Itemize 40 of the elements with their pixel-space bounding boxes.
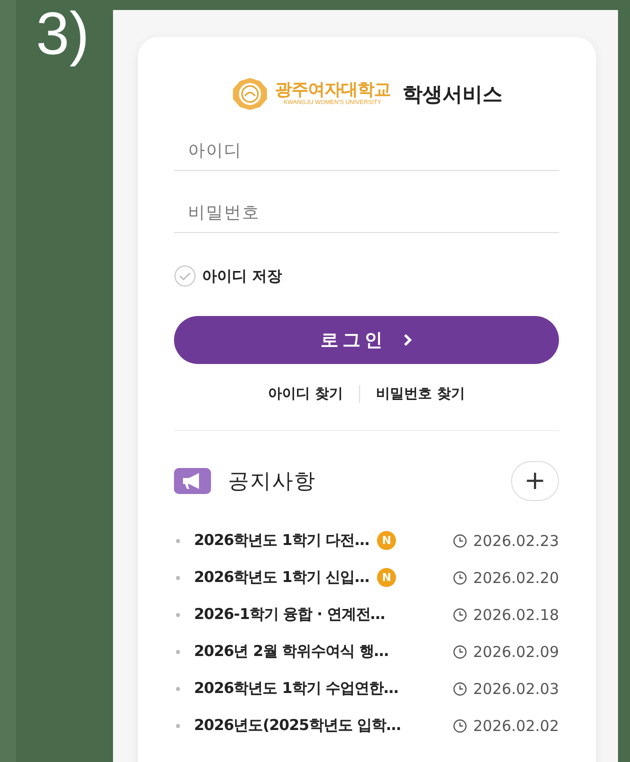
notice-title[interactable]: 2026학년도 1학기 다전… [194,531,370,550]
notice-title[interactable]: 2026학년도 1학기 신입… [194,568,370,587]
clock-icon [453,534,468,548]
id-field[interactable]: 아이디 [174,131,559,171]
notice-title[interactable]: 2026년도(2025학년도 입학… [194,716,401,735]
step-label: 3) [36,4,90,64]
notice-date: 2026.02.03 [473,680,559,698]
checkbox[interactable] [174,265,196,287]
clock-icon [453,682,468,696]
bullet-icon [176,724,180,728]
login-button[interactable]: 로그인 [174,316,559,364]
notice-date: 2026.02.02 [473,716,559,734]
service-title: 학생서비스 [402,80,502,108]
notice-date: 2026.02.18 [473,606,559,624]
bullet-icon [176,576,180,580]
remember-id-label: 아이디 저장 [202,266,282,286]
bullet-icon [176,612,180,616]
chevron-right-icon [402,333,412,347]
notice-date: 2026.02.23 [473,532,559,550]
megaphone-icon [174,468,211,494]
notice-title[interactable]: 2026년 2월 학위수여식 행… [194,642,388,661]
section-title: 공지사항 [228,468,317,495]
bullet-icon [176,650,180,654]
university-seal-icon [230,77,269,111]
new-badge: N [377,531,396,550]
notice-date: 2026.02.20 [473,568,559,586]
clock-icon [453,570,468,584]
password-field[interactable]: 비밀번호 [174,193,559,233]
clock-icon [453,608,468,622]
find-link[interactable]: 비밀번호 찾기 [376,385,465,403]
bullet-icon [176,538,180,542]
notice-title[interactable]: 2026학년도 1학기 수업연한… [194,679,398,698]
notice-date: 2026.02.09 [473,642,559,660]
bullet-icon [176,686,180,690]
find-link[interactable]: 아이디 찾기 [268,385,343,403]
clock-icon [453,718,468,732]
more-button[interactable]: + [511,461,559,501]
notice-title[interactable]: 2026-1학기 융합 · 연계전… [194,605,385,624]
clock-icon [453,644,468,658]
new-badge: N [377,568,396,587]
